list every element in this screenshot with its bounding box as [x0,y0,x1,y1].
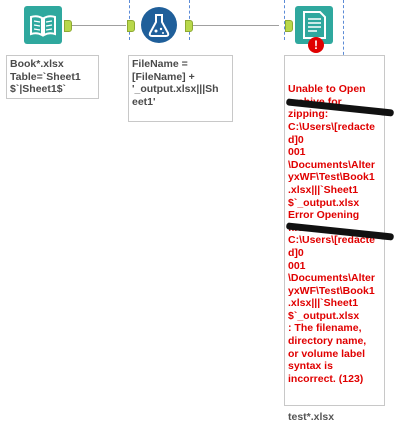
formula-annotation: FileName = [FileName] + '_output.xlsx|||… [128,55,233,122]
output-filename-label: test*.xlsx [288,410,335,423]
error-icon[interactable]: ! [308,37,324,53]
book-icon [24,6,62,44]
input-anchor[interactable] [127,20,135,32]
input-data-annotation: Book*.xlsx Table=`Sheet1 $`|Sheet1$` [6,55,99,99]
flask-icon [141,7,177,43]
output-anchor[interactable] [185,20,193,32]
input-anchor[interactable] [285,20,293,32]
formula-tool[interactable] [140,6,178,44]
connection-line[interactable] [72,25,126,26]
output-anchor[interactable] [64,20,72,32]
input-data-tool[interactable] [24,6,62,44]
connection-line[interactable] [193,25,279,26]
canvas-guide-line [343,0,344,60]
